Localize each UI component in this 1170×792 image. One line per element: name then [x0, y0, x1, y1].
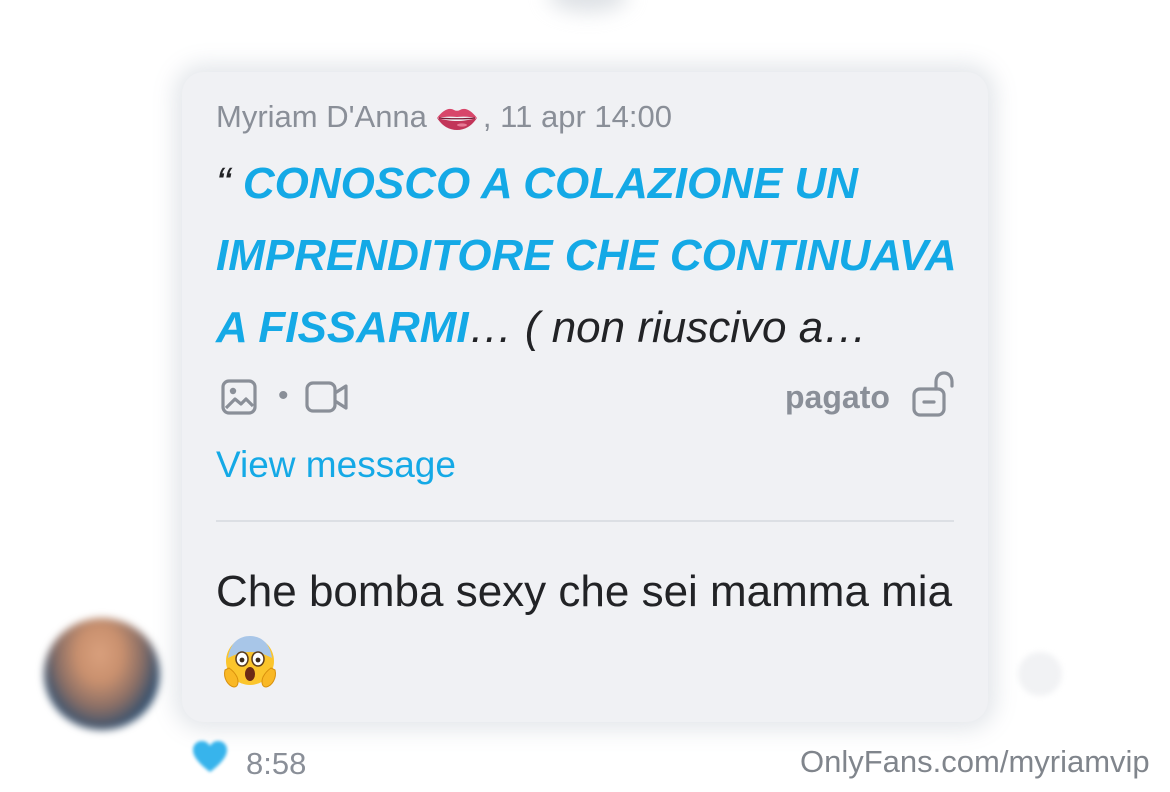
lips-icon: [435, 101, 479, 130]
quoted-message-timestamp: 11 apr 14:00: [500, 99, 672, 134]
blurred-top-element: [548, 0, 628, 12]
image-icon: [220, 378, 260, 421]
watermark: OnlyFans.com/myriamvip: [800, 744, 1150, 779]
media-separator: •: [278, 379, 289, 412]
quoted-message-preview: … ( non riuscivo a…: [468, 303, 868, 352]
sender-name: Myriam D'Anna: [216, 99, 427, 134]
face-screaming-in-fear-icon: [222, 632, 278, 688]
divider: [216, 520, 954, 522]
sender-avatar[interactable]: [44, 618, 160, 730]
blurred-reaction-button[interactable]: [1018, 652, 1062, 696]
reply-text: Che bomba sexy che sei mamma mia: [216, 567, 953, 616]
quote-mark: “: [216, 159, 231, 208]
video-icon: [304, 378, 350, 421]
unlocked-icon: [910, 371, 954, 424]
heart-icon[interactable]: [192, 740, 228, 779]
payment-status-label: pagato: [785, 379, 890, 415]
reply-timestamp: 8:58: [246, 746, 307, 781]
quoted-message-text[interactable]: “ CONOSCO A COLAZIONE UN IMPRENDITORE CH…: [216, 148, 968, 364]
quoted-message-header: Myriam D'Anna , 11 apr 14:00: [216, 97, 672, 137]
view-message-link[interactable]: View message: [216, 442, 456, 488]
date-separator: ,: [482, 99, 492, 134]
reply-message: Che bomba sexy che sei mamma mia: [216, 556, 956, 700]
